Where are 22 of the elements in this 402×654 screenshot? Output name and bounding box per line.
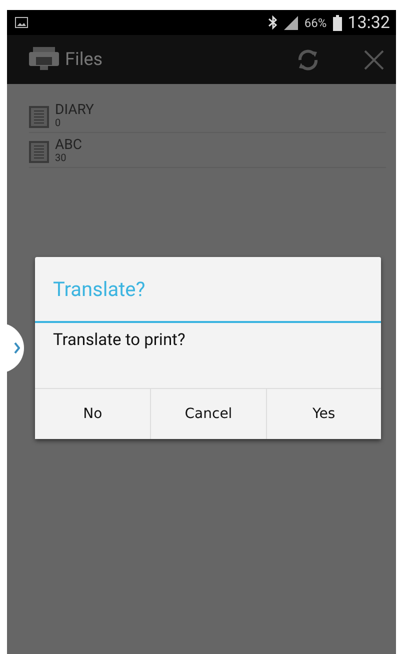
app-title: Files	[65, 49, 104, 70]
image-icon	[15, 17, 28, 28]
dialog-message: Translate to print?	[52, 330, 186, 352]
close-icon[interactable]	[364, 50, 384, 70]
dialog-title: Translate?	[35, 257, 381, 323]
battery-icon	[332, 14, 342, 30]
file-name: ABC	[55, 138, 82, 153]
file-count: 0	[55, 118, 62, 130]
file-name: DIARY	[55, 103, 94, 118]
clock-time: 13:32	[348, 12, 390, 32]
refresh-icon[interactable]	[296, 48, 320, 72]
dialog-button[interactable]: No	[35, 389, 150, 439]
printer-icon	[29, 46, 59, 72]
document-icon	[29, 140, 49, 162]
bluetooth-icon	[268, 15, 278, 30]
file-count: 30	[55, 153, 68, 165]
chevron-right-icon	[14, 342, 20, 354]
signal-icon	[284, 16, 298, 30]
dialog-button[interactable]: Cancel	[150, 389, 266, 439]
battery-percent: 66%	[304, 16, 327, 30]
dialog-button[interactable]: Yes	[266, 389, 381, 439]
document-icon	[29, 106, 49, 128]
